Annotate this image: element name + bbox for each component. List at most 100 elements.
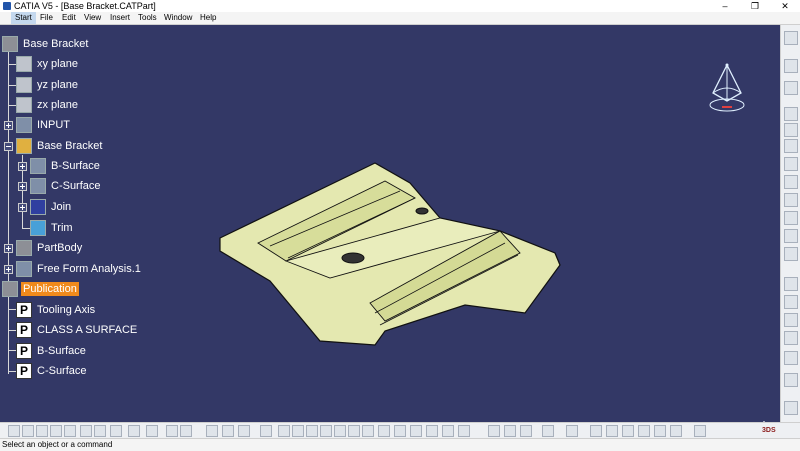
toolbar-button[interactable] <box>784 81 798 95</box>
3d-viewport[interactable]: Base Bracket xy plane yz plane zx plane … <box>0 25 780 422</box>
toolbar-button[interactable] <box>784 401 798 415</box>
toolbar-button[interactable] <box>784 211 798 225</box>
toolbar-button[interactable] <box>426 425 438 437</box>
toolbar-button[interactable] <box>566 425 578 437</box>
tree-item-pub-c-surface[interactable]: C-Surface <box>16 362 89 380</box>
minimize-button[interactable]: – <box>710 0 740 12</box>
toolbar-button[interactable] <box>222 425 234 437</box>
save-icon[interactable] <box>36 425 48 437</box>
whats-this-icon[interactable] <box>146 425 158 437</box>
toolbar-button[interactable] <box>784 277 798 291</box>
close-button[interactable]: ✕ <box>770 0 800 12</box>
toolbar-button[interactable] <box>784 175 798 189</box>
part-model[interactable] <box>210 153 570 353</box>
select-icon[interactable] <box>784 59 798 73</box>
cut-icon[interactable] <box>80 425 92 437</box>
tree-item-free-form-analysis[interactable]: Free Form Analysis.1 <box>16 260 143 278</box>
tree-item-publication[interactable]: Publication <box>2 280 79 298</box>
tree-item-input[interactable]: INPUT <box>16 116 72 134</box>
expand-toggle[interactable] <box>4 265 13 274</box>
rotate-icon[interactable] <box>320 425 332 437</box>
toolbar-button[interactable] <box>378 425 390 437</box>
expand-toggle[interactable] <box>18 162 27 171</box>
zoom-in-icon[interactable] <box>334 425 346 437</box>
tree-item-tooling-axis[interactable]: Tooling Axis <box>16 301 97 319</box>
toolbar-button[interactable] <box>784 313 798 327</box>
toolbar-button[interactable] <box>784 157 798 171</box>
toolbar-button[interactable] <box>504 425 516 437</box>
expand-toggle[interactable] <box>4 244 13 253</box>
toolbar-button[interactable] <box>784 107 798 121</box>
tree-label: INPUT <box>37 119 70 131</box>
tree-item-class-a-surface[interactable]: CLASS A SURFACE <box>16 321 139 339</box>
menu-insert[interactable]: Insert <box>110 12 130 24</box>
undo-icon[interactable] <box>110 425 122 437</box>
tree-item-c-surface[interactable]: C-Surface <box>30 177 103 195</box>
compass-icon[interactable] <box>706 63 748 115</box>
tree-item-zx-plane[interactable]: zx plane <box>16 96 80 114</box>
toolbar-button[interactable] <box>784 193 798 207</box>
formula-icon[interactable] <box>166 425 178 437</box>
toolbar-button[interactable] <box>784 31 798 45</box>
toolbar-button[interactable] <box>784 373 798 387</box>
toolbar-button[interactable] <box>784 229 798 243</box>
toolbar-button[interactable] <box>784 247 798 261</box>
toolbar-button[interactable] <box>670 425 682 437</box>
tree-item-trim[interactable]: Trim <box>30 219 75 237</box>
fit-all-icon[interactable] <box>292 425 304 437</box>
collapse-toggle[interactable] <box>4 142 13 151</box>
normal-view-icon[interactable] <box>362 425 374 437</box>
toolbar-button[interactable] <box>206 425 218 437</box>
toolbar-button[interactable] <box>520 425 532 437</box>
toolbar-button[interactable] <box>654 425 666 437</box>
toolbar-button[interactable] <box>260 425 272 437</box>
menu-tools[interactable]: Tools <box>138 12 157 24</box>
fly-mode-icon[interactable] <box>278 425 290 437</box>
toolbar-button[interactable] <box>542 425 554 437</box>
zoom-out-icon[interactable] <box>348 425 360 437</box>
toolbar-button[interactable] <box>488 425 500 437</box>
tree-item-xy-plane[interactable]: xy plane <box>16 55 80 73</box>
tree-label: yz plane <box>37 79 78 91</box>
toolbar-button[interactable] <box>622 425 634 437</box>
toolbar-button[interactable] <box>394 425 406 437</box>
toolbar-button[interactable] <box>638 425 650 437</box>
toolbar-button[interactable] <box>784 331 798 345</box>
tree-item-partbody[interactable]: PartBody <box>16 239 84 257</box>
tree-root[interactable]: Base Bracket <box>2 35 90 53</box>
toolbar-button[interactable] <box>606 425 618 437</box>
tree-item-b-surface[interactable]: B-Surface <box>30 157 102 175</box>
toolbar-button[interactable] <box>590 425 602 437</box>
menu-help[interactable]: Help <box>200 12 216 24</box>
pan-icon[interactable] <box>306 425 318 437</box>
tree-item-yz-plane[interactable]: yz plane <box>16 76 80 94</box>
menu-edit[interactable]: Edit <box>62 12 76 24</box>
toolbar-button[interactable] <box>64 425 76 437</box>
new-icon[interactable] <box>8 425 20 437</box>
copy-icon[interactable] <box>94 425 106 437</box>
expand-toggle[interactable] <box>4 121 13 130</box>
print-icon[interactable] <box>50 425 62 437</box>
toolbar-button[interactable] <box>784 351 798 365</box>
expand-toggle[interactable] <box>18 182 27 191</box>
toolbar-button[interactable] <box>784 139 798 153</box>
toolbar-button[interactable] <box>442 425 454 437</box>
tree-item-base-bracket-set[interactable]: Base Bracket <box>16 137 104 155</box>
open-icon[interactable] <box>22 425 34 437</box>
menu-view[interactable]: View <box>84 12 101 24</box>
redo-icon[interactable] <box>128 425 140 437</box>
toolbar-button[interactable] <box>694 425 706 437</box>
toolbar-button[interactable] <box>410 425 422 437</box>
tree-item-pub-b-surface[interactable]: B-Surface <box>16 342 88 360</box>
toolbar-button[interactable] <box>458 425 470 437</box>
menu-start[interactable]: Start <box>11 12 36 24</box>
toolbar-button[interactable] <box>784 123 798 137</box>
maximize-button[interactable]: ❐ <box>740 0 770 12</box>
tree-item-join[interactable]: Join <box>30 198 73 216</box>
menu-window[interactable]: Window <box>164 12 192 24</box>
toolbar-button[interactable] <box>784 295 798 309</box>
expand-toggle[interactable] <box>18 203 27 212</box>
menu-file[interactable]: File <box>40 12 53 24</box>
toolbar-button[interactable] <box>238 425 250 437</box>
toolbar-button[interactable] <box>180 425 192 437</box>
